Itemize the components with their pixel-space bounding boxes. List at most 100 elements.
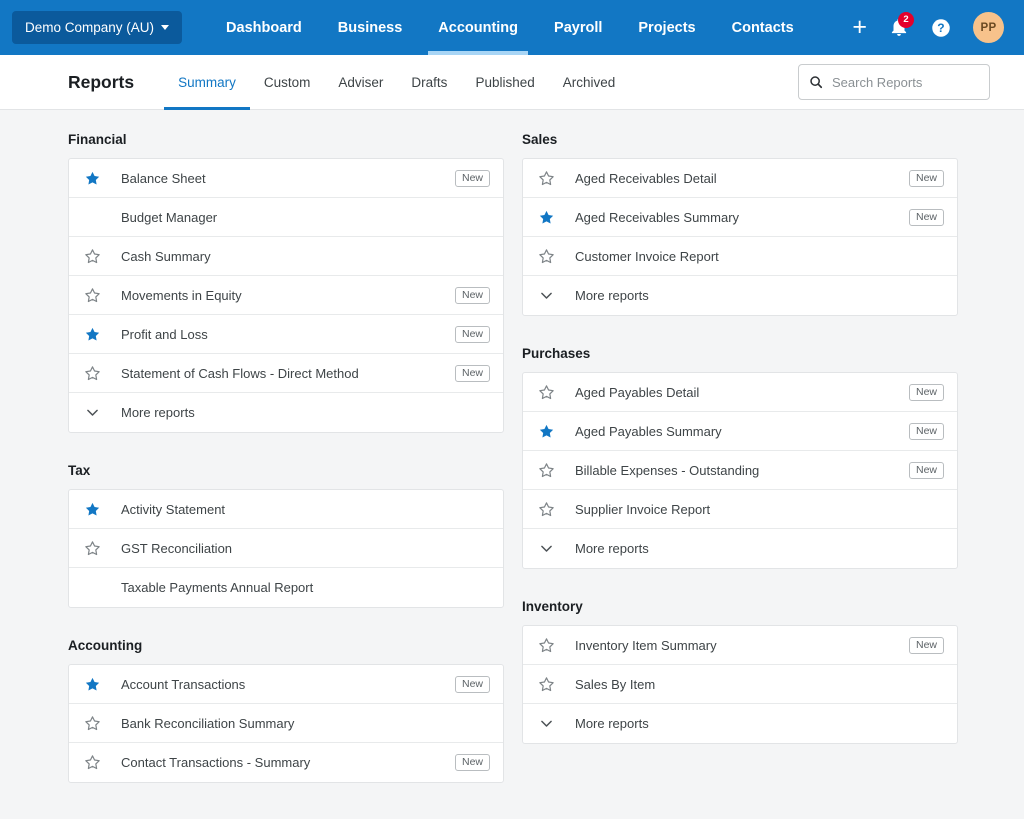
left-column: Financial Balance Sheet New Budget Manager C… [68,132,504,819]
report-row[interactable]: Inventory Item Summary New [523,626,957,665]
star-outline-icon[interactable] [538,462,555,479]
nav-link-payroll[interactable]: Payroll [536,0,620,55]
chevron-down-icon [538,540,555,557]
user-avatar[interactable]: PP [973,12,1004,43]
chevron-down-icon [84,404,101,421]
question-circle-icon: ? [932,18,950,37]
report-row[interactable]: Statement of Cash Flows - Direct Method N… [69,354,503,393]
report-row[interactable]: Cash Summary [69,237,503,276]
report-name: Supplier Invoice Report [575,501,711,517]
report-name: Customer Invoice Report [575,248,719,264]
new-badge: New [908,422,944,440]
report-name: Billable Expenses - Outstanding [575,462,760,478]
tab-summary[interactable]: Summary [164,55,250,110]
tab-published[interactable]: Published [461,55,548,110]
search-reports-box[interactable] [798,64,990,100]
report-row[interactable]: Sales By Item [523,665,957,704]
new-badge: New [454,754,490,771]
report-row[interactable]: Activity Statement [69,490,503,529]
new-badge: New [454,286,490,304]
report-name: Aged Payables Summary [575,423,722,439]
report-name: Movements in Equity [121,287,242,303]
report-row[interactable]: GST Reconciliation [69,529,503,568]
report-row[interactable]: Taxable Payments Annual Report [69,568,503,607]
report-row[interactable]: Aged Receivables Summary New [523,198,957,237]
new-badge: New [908,461,944,479]
add-button[interactable]: + [852,15,867,40]
nav-link-contacts[interactable]: Contacts [714,0,812,55]
report-row[interactable]: Customer Invoice Report [523,237,957,276]
nav-link-projects[interactable]: Projects [620,0,713,55]
star-outline-icon[interactable] [84,287,101,304]
nav-link-accounting[interactable]: Accounting [420,0,536,55]
report-list-card: Inventory Item Summary New Sales By Item Mo… [522,625,958,744]
notifications-button[interactable]: 2 [889,11,914,39]
search-icon [810,76,823,89]
star-filled-icon[interactable] [538,423,555,440]
star-filled-icon[interactable] [538,209,555,226]
tab-custom[interactable]: Custom [250,55,325,110]
report-row[interactable]: Supplier Invoice Report [523,490,957,529]
nav-link-business[interactable]: Business [320,0,420,55]
report-row[interactable]: Aged Receivables Detail New [523,159,957,198]
star-filled-icon[interactable] [84,676,101,693]
new-badge: New [908,208,944,226]
help-button[interactable]: ? [931,18,951,38]
report-row[interactable]: Contact Transactions - Summary New [69,743,503,782]
report-list-card: Activity Statement GST Reconciliation Taxa… [68,489,504,608]
more-reports-row[interactable]: More reports [69,393,503,432]
star-outline-icon[interactable] [84,715,101,732]
tab-adviser[interactable]: Adviser [324,55,397,110]
report-name: Aged Payables Detail [575,384,700,400]
new-badge: New [908,383,944,401]
section-heading: Accounting [68,638,143,653]
section-financial: Financial Balance Sheet New Budget Manager C… [68,132,504,433]
star-outline-icon[interactable] [84,754,101,771]
report-row[interactable]: Balance Sheet New [69,159,503,198]
star-outline-icon[interactable] [84,248,101,265]
report-name: Aged Receivables Summary [575,209,740,225]
more-reports-row[interactable]: More reports [523,704,957,743]
report-row[interactable]: Billable Expenses - Outstanding New [523,451,957,490]
star-filled-icon[interactable] [84,326,101,343]
star-outline-icon[interactable] [538,170,555,187]
more-reports-row[interactable]: More reports [523,529,957,568]
star-outline-icon[interactable] [538,676,555,693]
report-tabs: Summary Custom Adviser Drafts Published Archi… [164,55,629,110]
section-heading: Sales [522,132,558,147]
report-row[interactable]: Budget Manager [69,198,503,237]
organisation-name: Demo Company (AU) [25,20,155,35]
search-input[interactable] [832,74,979,90]
star-filled-icon[interactable] [84,170,101,187]
tab-archived[interactable]: Archived [549,55,630,110]
report-row[interactable]: Aged Payables Detail New [523,373,957,412]
star-outline-icon[interactable] [538,637,555,654]
report-list-card: Account Transactions New Bank Reconciliati… [68,664,504,783]
star-outline-icon[interactable] [84,540,101,557]
new-badge: New [454,169,490,187]
report-name: Aged Receivables Detail [575,170,717,186]
reports-content: Financial Balance Sheet New Budget Manager C… [0,110,1024,819]
right-column: Sales Aged Receivables Detail New Aged Rece… [522,132,958,819]
report-name: Contact Transactions - Summary [121,755,311,770]
more-reports-row[interactable]: More reports [523,276,957,315]
report-row[interactable]: Bank Reconciliation Summary [69,704,503,743]
new-badge: New [908,636,944,654]
star-outline-icon[interactable] [538,248,555,265]
organisation-switcher-button[interactable]: Demo Company (AU) [12,11,183,44]
section-tax: Tax Activity Statement GST Reconciliation T… [68,463,504,608]
report-row[interactable]: Movements in Equity New [69,276,503,315]
section-accounting: Accounting Account Transactions New Bank Re… [68,638,504,783]
star-outline-icon[interactable] [538,384,555,401]
star-outline-icon[interactable] [84,365,101,382]
report-row[interactable]: Account Transactions New [69,665,503,704]
star-outline-icon[interactable] [538,501,555,518]
report-row[interactable]: Profit and Loss New [69,315,503,354]
report-name: Taxable Payments Annual Report [121,580,314,595]
report-row[interactable]: Aged Payables Summary New [523,412,957,451]
tab-drafts[interactable]: Drafts [397,55,461,110]
star-filled-icon[interactable] [84,501,101,518]
nav-link-dashboard[interactable]: Dashboard [208,0,320,55]
report-list-card: Aged Payables Detail New Aged Payables Sum… [522,372,958,569]
section-heading: Tax [68,463,91,478]
